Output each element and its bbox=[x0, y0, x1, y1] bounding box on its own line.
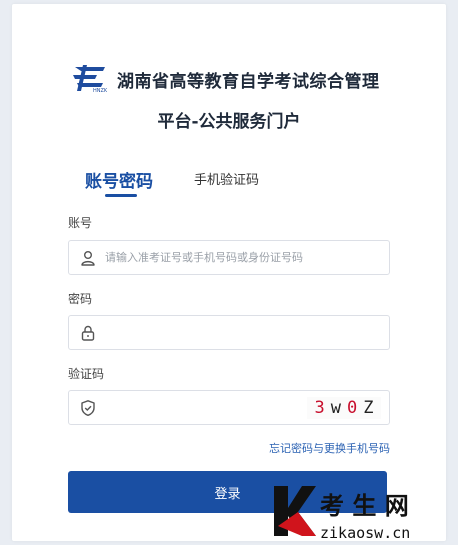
captcha-input[interactable] bbox=[105, 391, 285, 424]
account-field-box[interactable] bbox=[68, 240, 390, 275]
captcha-label: 验证码 bbox=[68, 367, 105, 381]
login-card: HNZK 湖南省高等教育自学考试综合管理 平台-公共服务门户 账号密码 手机验证… bbox=[12, 4, 446, 541]
active-tab-indicator bbox=[105, 194, 137, 197]
captcha-image[interactable]: 3 w 0 Z bbox=[307, 397, 381, 419]
captcha-char: Z bbox=[363, 398, 374, 418]
captcha-char: 3 bbox=[314, 398, 325, 418]
tab-account-password[interactable]: 账号密码 bbox=[85, 167, 153, 192]
password-label: 密码 bbox=[68, 292, 93, 306]
lock-icon bbox=[81, 325, 95, 341]
watermark-logo: 考 生 网 zikaosw.cn bbox=[274, 486, 410, 542]
captcha-char: 0 bbox=[347, 398, 358, 418]
account-label: 账号 bbox=[68, 216, 93, 230]
exam-logo-icon: HNZK bbox=[73, 65, 107, 93]
user-icon bbox=[81, 251, 95, 266]
password-field-box[interactable] bbox=[68, 315, 390, 350]
tab-sms-code[interactable]: 手机验证码 bbox=[194, 169, 259, 188]
shield-check-icon bbox=[81, 400, 95, 416]
watermark-title: 考 生 网 bbox=[320, 491, 409, 520]
password-input[interactable] bbox=[105, 316, 305, 349]
forgot-password-link[interactable]: 忘记密码与更换手机号码 bbox=[269, 440, 390, 456]
watermark-url: zikaosw.cn bbox=[320, 524, 410, 542]
captcha-field-box[interactable]: 3 w 0 Z bbox=[68, 390, 390, 425]
captcha-char: w bbox=[330, 398, 341, 418]
svg-text:HNZK: HNZK bbox=[93, 88, 107, 93]
page-title-line1: 湖南省高等教育自学考试综合管理 bbox=[117, 72, 380, 92]
account-input[interactable] bbox=[105, 241, 305, 274]
page-title-line2: 平台-公共服务门户 bbox=[157, 112, 301, 132]
